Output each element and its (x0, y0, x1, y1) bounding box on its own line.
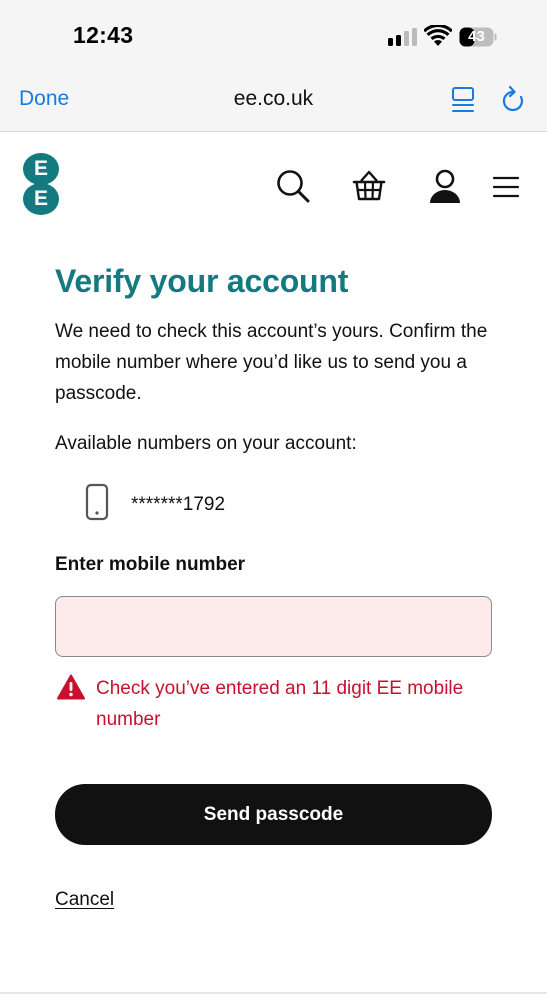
error-message: Check you’ve entered an 11 digit EE mobi… (96, 678, 464, 730)
done-button[interactable]: Done (19, 87, 69, 111)
browser-toolbar: Done ee.co.uk (0, 70, 547, 132)
search-icon[interactable] (275, 168, 311, 204)
mobile-number-input[interactable] (55, 596, 492, 657)
mobile-phone-icon (85, 483, 109, 521)
mobile-number-label: Enter mobile number (55, 554, 246, 575)
cancel-link[interactable]: Cancel (55, 889, 114, 911)
wifi-icon (424, 25, 452, 46)
reader-icon[interactable] (451, 86, 477, 114)
status-time: 12:43 (73, 22, 134, 48)
ee-logo[interactable]: E E (23, 153, 59, 215)
page-title: Verify your account (55, 263, 349, 299)
reload-icon[interactable] (499, 85, 527, 115)
logo-letter-bottom: E (23, 183, 59, 215)
intro-text: We need to check this account’s yours. C… (55, 321, 488, 404)
masked-phone-number[interactable]: *******1792 (131, 494, 225, 516)
available-numbers-label: Available numbers on your account: (55, 433, 357, 454)
signal-icon (388, 28, 417, 46)
basket-icon[interactable] (351, 168, 387, 204)
battery-level: 43 (468, 28, 485, 45)
logo-letter-top: E (23, 153, 59, 185)
warning-icon (57, 674, 85, 700)
status-bar: 12:43 43 (0, 0, 547, 70)
battery-icon: 43 (459, 27, 497, 47)
site-header: E E (0, 132, 547, 232)
divider (0, 992, 547, 994)
account-icon[interactable] (427, 168, 463, 204)
send-passcode-button[interactable]: Send passcode (55, 784, 492, 845)
menu-icon[interactable] (492, 175, 520, 199)
